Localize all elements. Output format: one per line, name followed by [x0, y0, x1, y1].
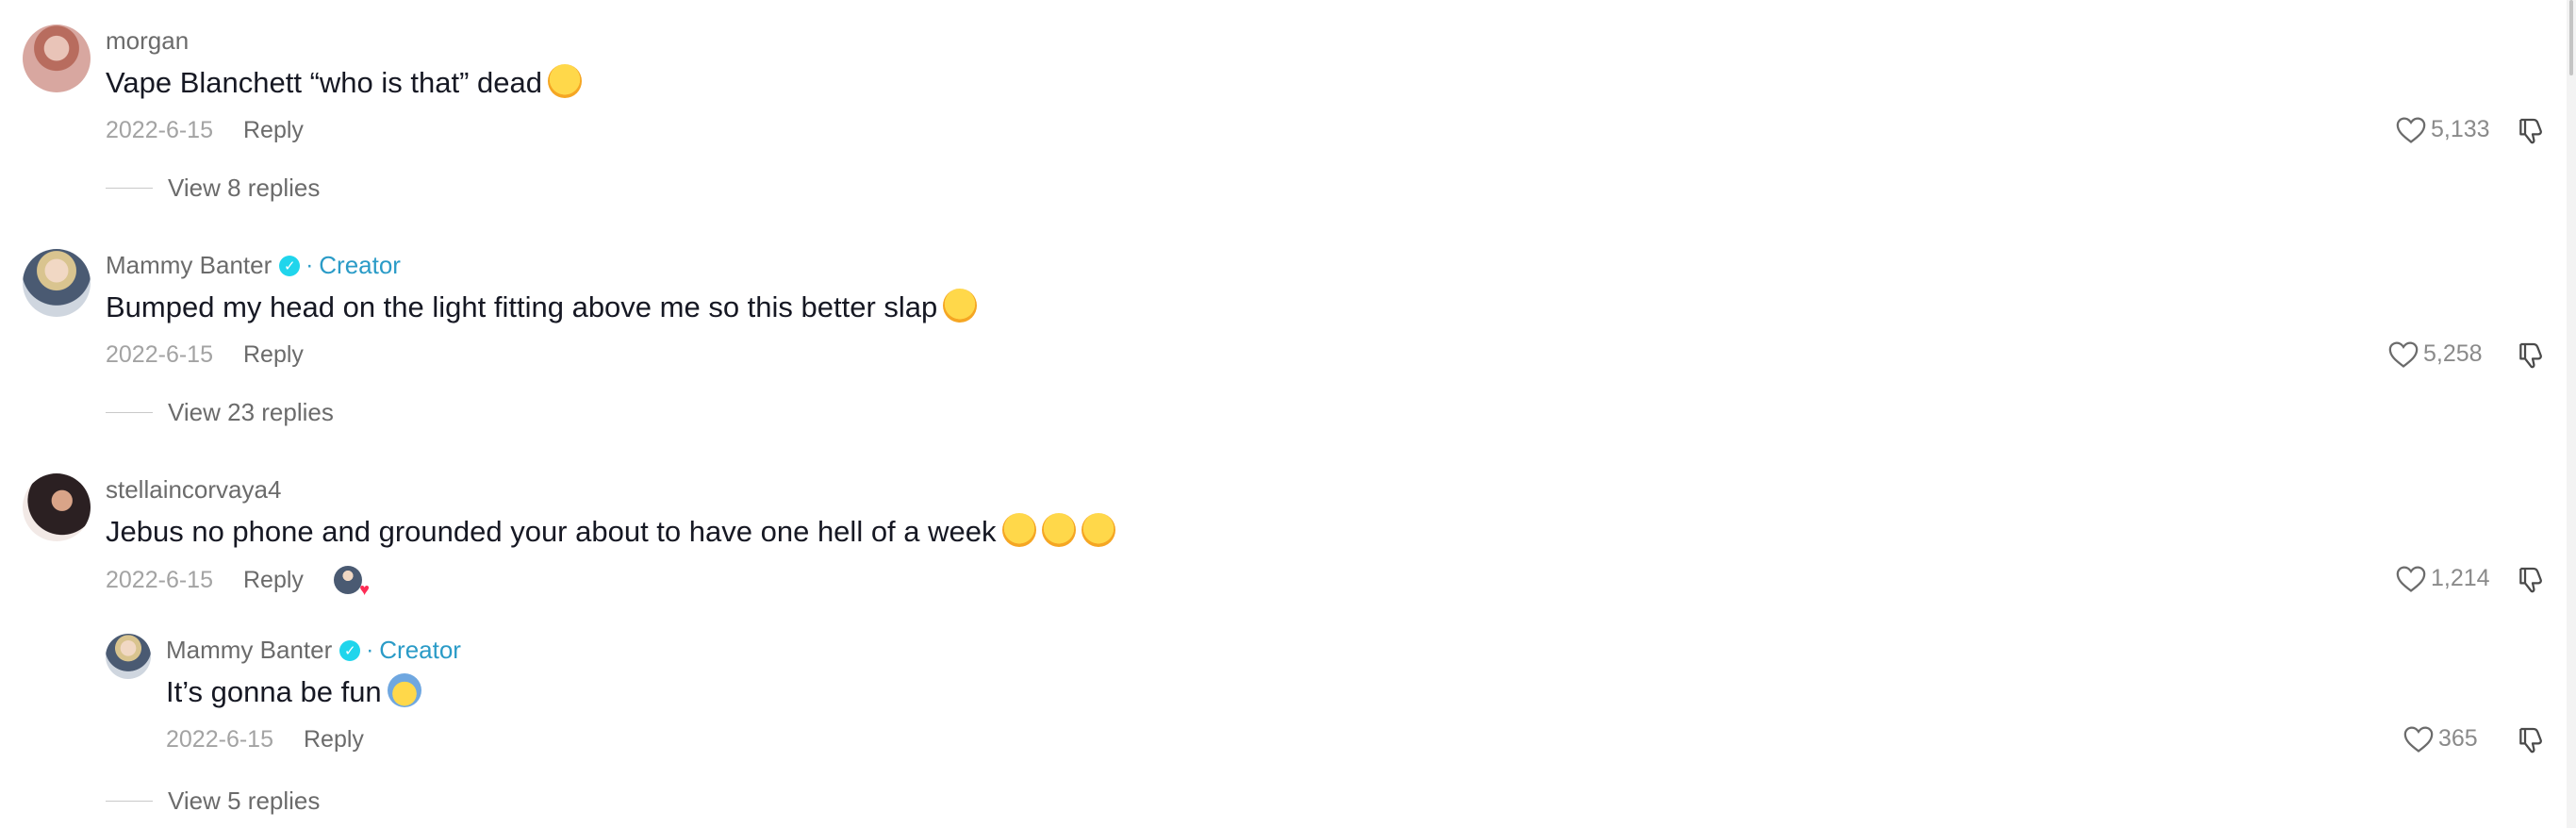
like-button[interactable]: 5,258: [2387, 339, 2483, 369]
username-text[interactable]: stellaincorvaya4: [106, 475, 281, 505]
reply-text: It’s gonna be fun: [166, 673, 421, 709]
view-replies-label[interactable]: View 8 replies: [168, 174, 320, 203]
separator-dot: ·: [305, 252, 314, 278]
tears-of-joy-emoji: [1001, 513, 1036, 547]
like-count: 1,214: [2431, 564, 2490, 591]
comment-text-content: Vape Blanchett “who is that” dead: [106, 66, 542, 99]
like-count: 365: [2438, 724, 2478, 752]
verified-badge-icon: ✓: [339, 639, 361, 661]
view-replies-label[interactable]: View 5 replies: [168, 787, 320, 816]
scrollbar-thumb[interactable]: [2569, 0, 2573, 75]
comment-date: 2022-6-15: [106, 117, 213, 143]
comment-date: 2022-6-15: [106, 341, 213, 368]
reply-button[interactable]: Reply: [243, 567, 304, 594]
fearful-face-emoji: [387, 673, 421, 707]
creator-label: Creator: [379, 636, 461, 664]
comment-meta: 2022-6-15 Reply: [106, 117, 304, 144]
tears-of-joy-emoji: [1041, 513, 1076, 547]
reply-text-content: It’s gonna be fun: [166, 675, 382, 708]
heart-outline-icon: [2388, 341, 2419, 368]
like-button[interactable]: 1,214: [2395, 563, 2490, 593]
divider-line: [106, 801, 153, 802]
dislike-button[interactable]: [2516, 115, 2546, 152]
verified-badge-icon: ✓: [279, 255, 301, 276]
view-replies-button[interactable]: View 5 replies: [106, 787, 320, 816]
avatar[interactable]: [23, 473, 91, 541]
thumbs-down-icon: [2519, 342, 2542, 369]
dislike-button[interactable]: [2516, 564, 2546, 601]
comment-username[interactable]: Mammy Banter ✓ · Creator: [106, 251, 401, 280]
view-replies-button[interactable]: View 23 replies: [106, 398, 334, 427]
comment-text-content: Bumped my head on the light fitting abov…: [106, 290, 938, 323]
comment-date: 2022-6-15: [106, 566, 213, 593]
avatar[interactable]: [23, 25, 91, 92]
creator-liked-badge: ♥: [333, 566, 370, 598]
comment-text: Jebus no phone and grounded your about t…: [106, 513, 1115, 549]
username-text[interactable]: morgan: [106, 26, 189, 56]
reply-username[interactable]: Mammy Banter ✓ · Creator: [166, 636, 461, 665]
comment-text: Bumped my head on the light fitting abov…: [106, 289, 978, 324]
creator-label: Creator: [319, 251, 401, 279]
heart-outline-icon: [2396, 566, 2426, 592]
tears-of-joy-emoji: [943, 289, 978, 323]
heart-icon: ♥: [359, 580, 370, 599]
tears-of-joy-emoji: [548, 64, 582, 98]
divider-line: [106, 412, 153, 413]
reply-button[interactable]: Reply: [304, 726, 364, 753]
comment-username[interactable]: morgan: [106, 26, 189, 56]
reply-date: 2022-6-15: [166, 726, 273, 753]
thumbs-down-icon: [2519, 727, 2542, 753]
divider-line: [106, 188, 153, 189]
like-count: 5,133: [2431, 115, 2490, 142]
comment-meta: 2022-6-15 Reply ♥: [106, 566, 370, 598]
scrollbar[interactable]: [2567, 0, 2576, 828]
reply-meta: 2022-6-15 Reply: [166, 726, 364, 753]
like-button[interactable]: 365: [2403, 723, 2478, 753]
heart-outline-icon: [2403, 726, 2434, 753]
separator-dot: ·: [366, 637, 374, 663]
username-text[interactable]: Mammy Banter: [106, 251, 272, 280]
comment-meta: 2022-6-15 Reply: [106, 341, 304, 369]
like-count: 5,258: [2423, 339, 2483, 367]
comment-text: Vape Blanchett “who is that” dead: [106, 64, 582, 100]
dislike-button[interactable]: [2516, 339, 2546, 376]
tears-of-joy-emoji: [1081, 513, 1115, 547]
comment-username[interactable]: stellaincorvaya4: [106, 475, 281, 505]
username-text[interactable]: Mammy Banter: [166, 636, 332, 665]
reply-button[interactable]: Reply: [243, 117, 304, 144]
like-button[interactable]: 5,133: [2395, 114, 2490, 144]
reply-avatar[interactable]: [106, 634, 151, 679]
heart-outline-icon: [2396, 117, 2426, 143]
comment-text-content: Jebus no phone and grounded your about t…: [106, 515, 997, 548]
thumbs-down-icon: [2519, 567, 2542, 593]
reply-button[interactable]: Reply: [243, 341, 304, 369]
thumbs-down-icon: [2519, 118, 2542, 144]
dislike-button[interactable]: [2516, 724, 2546, 761]
view-replies-label[interactable]: View 23 replies: [168, 398, 334, 427]
view-replies-button[interactable]: View 8 replies: [106, 174, 320, 203]
avatar[interactable]: [23, 249, 91, 317]
